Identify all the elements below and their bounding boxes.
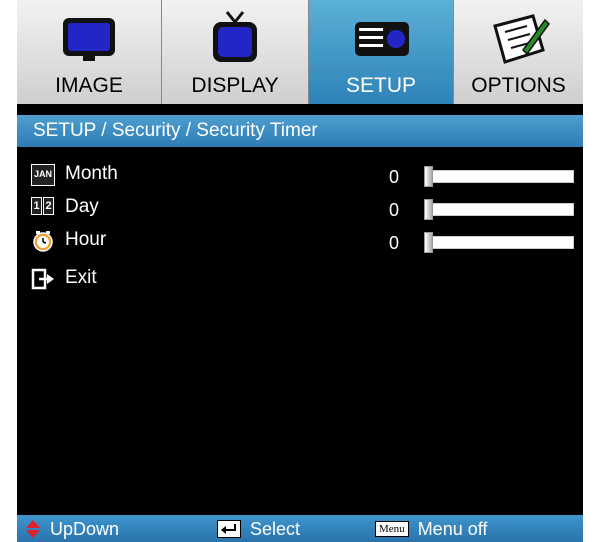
updown-arrow-icon bbox=[26, 520, 40, 539]
month-row[interactable]: JAN Month 0 bbox=[17, 160, 583, 190]
hour-row[interactable]: Hour 0 bbox=[17, 226, 583, 256]
month-value: 0 bbox=[389, 167, 400, 187]
enter-key-icon bbox=[217, 520, 241, 539]
day-digits-icon: 1 2 bbox=[31, 197, 55, 219]
slider-track bbox=[432, 203, 574, 216]
notepad-icon bbox=[492, 14, 550, 64]
tab-label: OPTIONS bbox=[471, 74, 566, 97]
day-slider[interactable] bbox=[424, 199, 576, 220]
slider-track bbox=[432, 236, 574, 249]
clock-icon bbox=[33, 231, 53, 252]
select-text: Select bbox=[250, 518, 301, 539]
tab-options[interactable]: OPTIONS bbox=[454, 0, 583, 104]
month-slider[interactable] bbox=[424, 166, 576, 187]
exit-label: Exit bbox=[65, 267, 97, 288]
tab-label: IMAGE bbox=[55, 74, 123, 97]
day-label: Day bbox=[65, 196, 99, 217]
menu-key-icon: Menu bbox=[375, 521, 409, 538]
breadcrumb-text: SETUP / Security / Security Timer bbox=[33, 120, 318, 141]
hour-slider[interactable] bbox=[424, 232, 576, 253]
menu-off-hint: Menu Menu off bbox=[375, 518, 487, 540]
day-value: 0 bbox=[389, 200, 400, 220]
tab-display[interactable]: DISPLAY bbox=[162, 0, 309, 104]
slider-track bbox=[432, 170, 574, 183]
tab-label: SETUP bbox=[345, 74, 416, 97]
osd-menu: IMAGE DISPLAY SETUP OPTIONS SETUP / Secu… bbox=[17, 0, 583, 542]
tab-label: DISPLAY bbox=[191, 74, 279, 97]
day-digit-two: 2 bbox=[43, 197, 54, 215]
slider-thumb[interactable] bbox=[424, 166, 433, 187]
select-hint: Select bbox=[217, 518, 300, 540]
calendar-icon: JAN bbox=[31, 164, 55, 186]
hour-label: Hour bbox=[65, 229, 107, 250]
slider-thumb[interactable] bbox=[424, 199, 433, 220]
breadcrumb: SETUP / Security / Security Timer bbox=[17, 115, 583, 147]
updown-text: UpDown bbox=[50, 518, 120, 539]
exit-icon bbox=[31, 268, 54, 290]
tab-image[interactable]: IMAGE bbox=[17, 0, 162, 104]
tab-setup[interactable]: SETUP bbox=[309, 0, 454, 104]
projector-icon bbox=[355, 22, 409, 56]
footer-hints: UpDown Select Menu Menu off bbox=[17, 515, 583, 542]
hour-value: 0 bbox=[389, 233, 400, 253]
monitor-icon bbox=[63, 18, 115, 61]
day-row[interactable]: 1 2 Day 0 bbox=[17, 193, 583, 223]
tv-icon bbox=[213, 11, 257, 62]
tab-bar: IMAGE DISPLAY SETUP OPTIONS bbox=[17, 0, 583, 104]
month-label: Month bbox=[65, 163, 118, 184]
updown-hint: UpDown bbox=[25, 518, 119, 540]
menu-off-text: Menu off bbox=[417, 518, 488, 539]
slider-thumb[interactable] bbox=[424, 232, 433, 253]
day-digit-one: 1 bbox=[31, 197, 42, 215]
exit-row[interactable]: Exit bbox=[17, 264, 583, 294]
